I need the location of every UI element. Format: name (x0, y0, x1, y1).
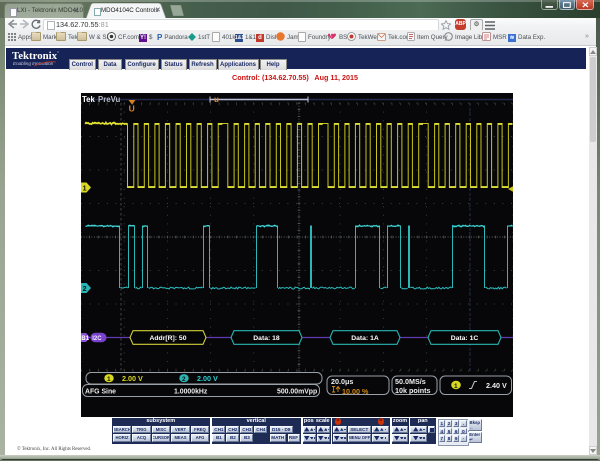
svg-text:10k points: 10k points (395, 386, 431, 395)
svg-text:2: 2 (83, 286, 87, 293)
svg-text:PreVu: PreVu (98, 95, 120, 104)
svg-text:10.00 %: 10.00 % (342, 387, 369, 396)
svg-text:AFG Sine: AFG Sine (85, 388, 116, 395)
svg-text:1: 1 (454, 383, 458, 390)
svg-text:Addr[R]: 50: Addr[R]: 50 (149, 335, 186, 342)
svg-text:1: 1 (107, 376, 111, 383)
svg-text:1.0000kHz: 1.0000kHz (174, 388, 208, 395)
svg-text:1: 1 (83, 186, 87, 193)
svg-text:U: U (129, 104, 135, 114)
svg-text:2.40 V: 2.40 V (486, 381, 507, 390)
svg-text:2: 2 (182, 376, 186, 383)
svg-text:500.00mVpp: 500.00mVpp (277, 388, 317, 395)
svg-text:B1: B1 (81, 336, 89, 342)
svg-text:I2C: I2C (92, 336, 102, 342)
svg-text:Data: 18: Data: 18 (253, 335, 280, 342)
svg-text:Data: 1C: Data: 1C (451, 335, 479, 342)
svg-text:u: u (214, 95, 219, 104)
svg-text:2.00 V: 2.00 V (122, 374, 143, 383)
svg-text:50.0MS/s: 50.0MS/s (395, 377, 426, 386)
svg-text:Data: 1A: Data: 1A (351, 335, 379, 342)
svg-text:20.0μs: 20.0μs (331, 377, 353, 386)
svg-text:2.00 V: 2.00 V (197, 374, 218, 383)
svg-text:Tek: Tek (82, 95, 96, 104)
